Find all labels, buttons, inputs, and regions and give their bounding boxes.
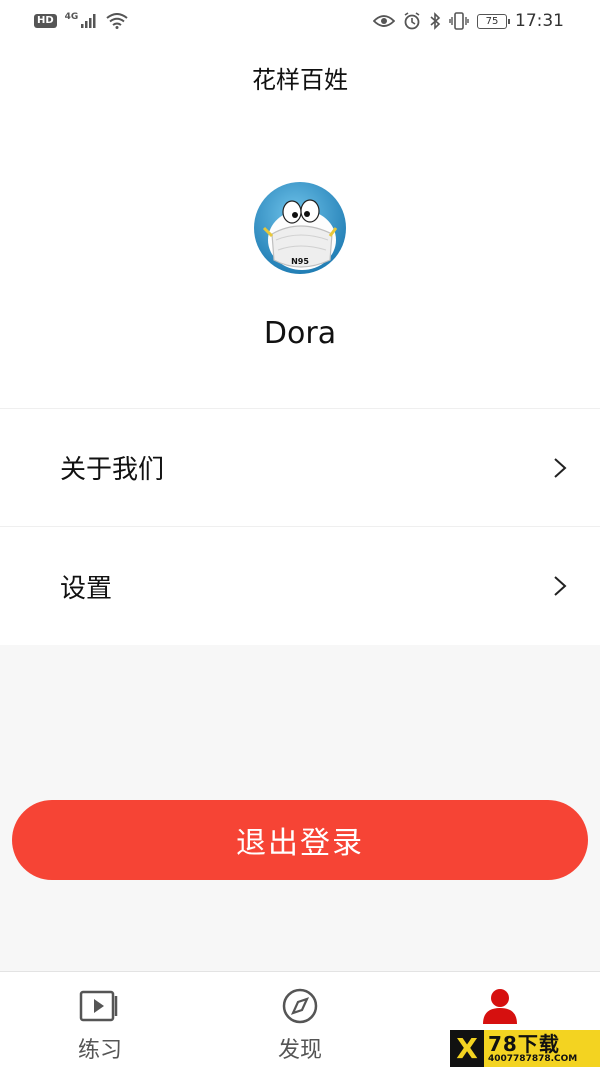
tab-label: 练习 (77, 1038, 122, 1063)
compass-icon (282, 988, 318, 1024)
vibrate-icon (449, 12, 469, 30)
person-icon (483, 989, 517, 1024)
menu-item-label: 设置 (60, 573, 113, 604)
network-type: 4G (64, 12, 79, 22)
tab-practice[interactable]: 练习 (0, 972, 200, 1067)
status-bar: HD 4G 75 17:31 (0, 0, 600, 42)
username: Dora (263, 316, 337, 351)
watermark-main: 78下载 (488, 1031, 560, 1056)
signal-icon (81, 14, 96, 28)
wifi-icon (106, 13, 128, 29)
menu-item-label: 关于我们 (60, 455, 165, 485)
chevron-right-icon (554, 457, 567, 478)
status-right: 75 17:31 (373, 11, 564, 31)
alarm-icon (404, 12, 420, 30)
menu-item-about-us[interactable]: 关于我们 (0, 409, 600, 527)
battery-indicator: 75 (477, 13, 510, 29)
watermark-logo: X 78下载 4007787878.COM (450, 1030, 600, 1067)
mask-label: N95 (291, 257, 309, 266)
status-left: HD 4G (34, 12, 128, 29)
profile-header: 花样百姓 N95 Dora (0, 42, 600, 408)
clock: 17:31 (515, 11, 564, 31)
watermark-mark: X (450, 1030, 484, 1067)
hd-badge: HD (34, 14, 57, 28)
page-title: 花样百姓 (252, 66, 348, 94)
menu-item-settings[interactable]: 设置 (0, 527, 600, 645)
video-play-icon (79, 990, 118, 1022)
settings-menu: 关于我们 设置 (0, 409, 600, 645)
logout-button[interactable]: 退出登录 (12, 800, 588, 880)
chevron-right-icon (554, 576, 567, 596)
bluetooth-icon (430, 12, 441, 30)
tab-label: 发现 (277, 1038, 322, 1063)
eye-icon (373, 15, 395, 27)
doraemon-avatar-image: N95 (250, 178, 350, 278)
tab-discover[interactable]: 发现 (200, 972, 400, 1067)
avatar[interactable]: N95 (250, 178, 350, 278)
watermark-sub: 4007787878.COM (488, 1053, 578, 1064)
